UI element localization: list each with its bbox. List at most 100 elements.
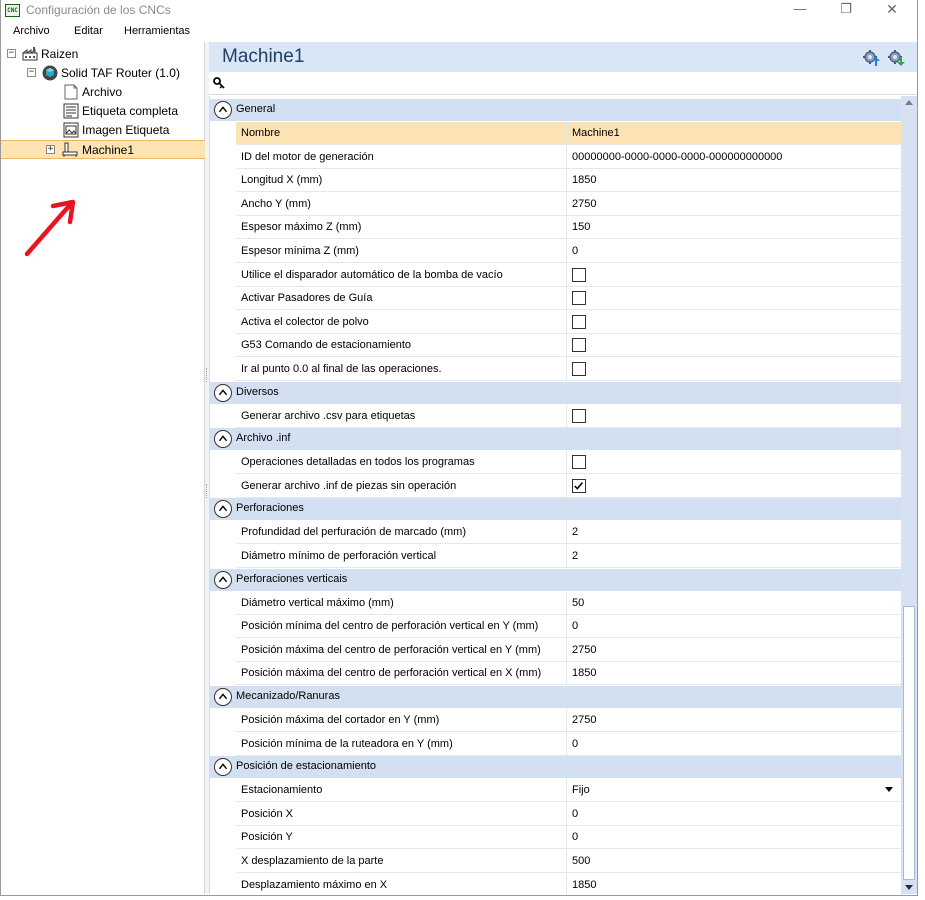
key-icon (213, 77, 225, 89)
tree-node-root[interactable]: − Raizen (1, 45, 205, 64)
property-row[interactable]: Posición mínima del centro de perforació… (236, 615, 901, 638)
property-row[interactable]: Posición máxima del cortador en Y (mm) 27… (236, 709, 901, 732)
property-value[interactable]: 2 (572, 526, 578, 538)
scrollbar-thumb[interactable] (903, 606, 915, 880)
property-row[interactable]: Posición máxima del centro de perforació… (236, 662, 901, 685)
property-checkbox[interactable] (572, 362, 586, 376)
menu-herramientas[interactable]: Herramientas (124, 25, 190, 37)
category-header[interactable]: Perforaciones verticais (210, 568, 901, 591)
property-value[interactable]: 2750 (572, 198, 596, 210)
category-label: Diversos (236, 385, 279, 398)
vertical-scrollbar[interactable] (901, 96, 917, 894)
collapse-category-icon[interactable] (214, 500, 232, 519)
scroll-down-icon[interactable] (905, 885, 913, 890)
menu-bar: Archivo Editar Herramientas (1, 22, 917, 41)
property-checkbox[interactable] (572, 455, 586, 469)
collapse-icon[interactable]: − (27, 68, 36, 77)
collapse-icon[interactable]: − (7, 49, 16, 58)
property-row[interactable]: Espesor mínima Z (mm) 0 (236, 240, 901, 263)
property-row[interactable]: Ir al punto 0.0 al final de las operacio… (236, 358, 901, 381)
property-row[interactable]: Profundidad del perfuración de marcado (… (236, 521, 901, 544)
property-name: Posición máxima del cortador en Y (mm) (241, 714, 440, 726)
scroll-up-icon[interactable] (905, 100, 913, 105)
property-value[interactable]: 50 (572, 597, 584, 609)
property-checkbox[interactable] (572, 479, 586, 493)
property-row[interactable]: Estacionamiento Fijo (236, 779, 901, 802)
property-value[interactable]: 0 (572, 808, 578, 820)
property-row[interactable]: Posición máxima del centro de perforació… (236, 639, 901, 662)
column-divider (566, 545, 567, 568)
property-value[interactable]: 0 (572, 245, 578, 257)
property-row[interactable]: ID del motor de generación 00000000-0000-… (236, 146, 901, 169)
property-value[interactable]: Machine1 (572, 127, 620, 139)
close-button[interactable]: ✕ (869, 0, 915, 21)
expand-icon[interactable]: + (46, 145, 55, 154)
property-row[interactable]: Activa el colector de polvo (236, 311, 901, 334)
property-row[interactable]: G53 Comando de estacionamiento (236, 334, 901, 357)
maximize-button[interactable]: ❐ (823, 0, 869, 21)
property-value[interactable]: 500 (572, 855, 590, 867)
collapse-category-icon[interactable] (214, 688, 232, 706)
property-value[interactable]: 0 (572, 831, 578, 843)
collapse-category-icon[interactable] (214, 570, 232, 589)
property-checkbox[interactable] (572, 338, 586, 352)
tree-node-archivo[interactable]: Archivo (1, 83, 205, 102)
property-row[interactable]: Diámetro mínimo de perforación vertical 2 (236, 545, 901, 568)
property-value[interactable]: 0 (572, 620, 578, 632)
property-row[interactable]: Nombre Machine1 (236, 122, 901, 145)
search-input[interactable] (229, 75, 909, 92)
tree-node-machine-type[interactable]: − Solid TAF Router (1.0) (1, 64, 205, 83)
property-row[interactable]: Espesor máximo Z (mm) 150 (236, 216, 901, 239)
category-header[interactable]: Mecanizado/Ranuras (210, 686, 901, 708)
property-name: Espesor mínima Z (mm) (241, 245, 359, 257)
property-row[interactable]: Ancho Y (mm) 2750 (236, 193, 901, 216)
property-value[interactable]: Fijo (572, 784, 590, 796)
property-value[interactable]: 1850 (572, 667, 596, 679)
property-row[interactable]: Desplazamiento máximo en X 1850 (236, 874, 901, 894)
category-header[interactable]: Perforaciones (210, 498, 901, 521)
property-row[interactable]: Diámetro vertical máximo (mm) 50 (236, 592, 901, 615)
tree-node-machine1[interactable]: + Machine1 (1, 140, 205, 159)
property-checkbox[interactable] (572, 409, 586, 423)
collapse-category-icon[interactable] (214, 430, 232, 449)
collapse-category-icon[interactable] (214, 758, 232, 777)
property-row[interactable]: X desplazamiento de la parte 500 (236, 850, 901, 873)
property-value[interactable]: 2750 (572, 644, 596, 656)
property-value[interactable]: 2 (572, 550, 578, 562)
property-row[interactable]: Activar Pasadores de Guía (236, 287, 901, 310)
property-row[interactable]: Posición X 0 (236, 803, 901, 826)
property-checkbox[interactable] (572, 291, 586, 305)
property-row[interactable]: Operaciones detalladas en todos los prog… (236, 451, 901, 474)
property-row[interactable]: Utilice el disparador automático de la b… (236, 264, 901, 287)
dropdown-arrow-icon[interactable] (885, 787, 893, 792)
property-row[interactable]: Generar archivo .inf de piezas sin opera… (236, 475, 901, 498)
property-value[interactable]: 0 (572, 738, 578, 750)
collapse-category-icon[interactable] (214, 101, 232, 119)
menu-archivo[interactable]: Archivo (13, 25, 50, 37)
property-value[interactable]: 1850 (572, 879, 596, 891)
property-checkbox[interactable] (572, 268, 586, 282)
category-header[interactable]: Diversos (210, 381, 901, 404)
tree-node-etiqueta-completa[interactable]: Etiqueta completa (1, 102, 205, 121)
minimize-button[interactable]: — (777, 0, 823, 21)
property-row[interactable]: Generar archivo .csv para etiquetas (236, 405, 901, 428)
tree-node-imagen-etiqueta[interactable]: Imagen Etiqueta (1, 121, 205, 140)
settings-download-icon[interactable] (887, 49, 905, 67)
property-checkbox[interactable] (572, 315, 586, 329)
column-divider (566, 475, 567, 498)
menu-editar[interactable]: Editar (74, 25, 103, 37)
property-row[interactable]: Posición Y 0 (236, 826, 901, 849)
column-divider (566, 521, 567, 544)
property-value[interactable]: 150 (572, 221, 590, 233)
settings-upload-icon[interactable] (862, 49, 880, 67)
property-row[interactable]: Longitud X (mm) 1850 (236, 169, 901, 192)
category-header[interactable]: Archivo .inf (210, 428, 901, 451)
annotation-arrow-icon (24, 199, 76, 257)
property-value[interactable]: 2750 (572, 714, 596, 726)
collapse-category-icon[interactable] (214, 383, 232, 402)
property-row[interactable]: Posición mínima de la ruteadora en Y (mm… (236, 733, 901, 756)
property-value[interactable]: 1850 (572, 174, 596, 186)
category-header[interactable]: Posición de estacionamiento (210, 756, 901, 779)
property-value[interactable]: 00000000-0000-0000-0000-000000000000 (572, 151, 782, 163)
category-header[interactable]: General (210, 99, 901, 121)
